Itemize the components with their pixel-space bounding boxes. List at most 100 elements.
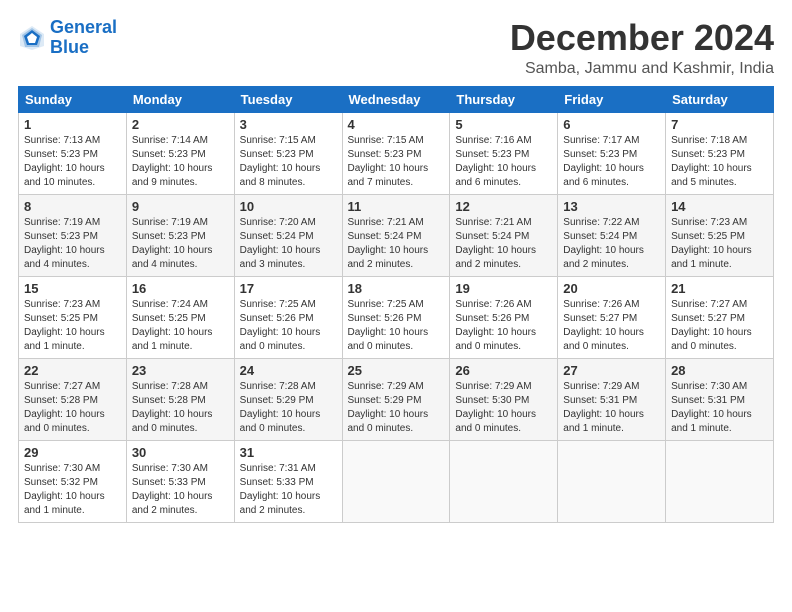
- day-number: 20: [563, 281, 660, 296]
- day-info: Sunrise: 7:30 AM Sunset: 5:33 PM Dayligh…: [132, 462, 229, 518]
- calendar-cell: 1 Sunrise: 7:13 AM Sunset: 5:23 PM Daylig…: [19, 112, 127, 194]
- header-cell-saturday: Saturday: [666, 86, 774, 112]
- day-info: Sunrise: 7:18 AM Sunset: 5:23 PM Dayligh…: [671, 134, 768, 190]
- day-number: 13: [563, 199, 660, 214]
- day-number: 2: [132, 117, 229, 132]
- day-number: 17: [240, 281, 337, 296]
- day-info: Sunrise: 7:30 AM Sunset: 5:31 PM Dayligh…: [671, 380, 768, 436]
- header-cell-wednesday: Wednesday: [342, 86, 450, 112]
- day-number: 1: [24, 117, 121, 132]
- day-info: Sunrise: 7:23 AM Sunset: 5:25 PM Dayligh…: [671, 216, 768, 272]
- calendar-cell: 31 Sunrise: 7:31 AM Sunset: 5:33 PM Dayli…: [234, 440, 342, 522]
- day-info: Sunrise: 7:29 AM Sunset: 5:29 PM Dayligh…: [348, 380, 445, 436]
- day-info: Sunrise: 7:28 AM Sunset: 5:28 PM Dayligh…: [132, 380, 229, 436]
- day-info: Sunrise: 7:24 AM Sunset: 5:25 PM Dayligh…: [132, 298, 229, 354]
- day-info: Sunrise: 7:15 AM Sunset: 5:23 PM Dayligh…: [348, 134, 445, 190]
- day-number: 23: [132, 363, 229, 378]
- day-info: Sunrise: 7:21 AM Sunset: 5:24 PM Dayligh…: [455, 216, 552, 272]
- calendar-cell: 22 Sunrise: 7:27 AM Sunset: 5:28 PM Dayli…: [19, 358, 127, 440]
- header: General Blue December 2024 Samba, Jammu …: [18, 18, 774, 78]
- day-info: Sunrise: 7:27 AM Sunset: 5:28 PM Dayligh…: [24, 380, 121, 436]
- day-info: Sunrise: 7:13 AM Sunset: 5:23 PM Dayligh…: [24, 134, 121, 190]
- calendar-table: SundayMondayTuesdayWednesdayThursdayFrid…: [18, 86, 774, 523]
- day-number: 7: [671, 117, 768, 132]
- calendar-cell: 6 Sunrise: 7:17 AM Sunset: 5:23 PM Daylig…: [558, 112, 666, 194]
- calendar-cell: 5Sunrise: 7:16 AM Sunset: 5:23 PM Daylig…: [450, 112, 558, 194]
- day-info: Sunrise: 7:31 AM Sunset: 5:33 PM Dayligh…: [240, 462, 337, 518]
- day-info: Sunrise: 7:19 AM Sunset: 5:23 PM Dayligh…: [24, 216, 121, 272]
- calendar-cell: 4 Sunrise: 7:15 AM Sunset: 5:23 PM Daylig…: [342, 112, 450, 194]
- day-number: 18: [348, 281, 445, 296]
- day-number: 31: [240, 445, 337, 460]
- calendar-cell: 12 Sunrise: 7:21 AM Sunset: 5:24 PM Dayli…: [450, 194, 558, 276]
- header-cell-thursday: Thursday: [450, 86, 558, 112]
- day-number: 27: [563, 363, 660, 378]
- day-number: 15: [24, 281, 121, 296]
- calendar-cell: 2 Sunrise: 7:14 AM Sunset: 5:23 PM Daylig…: [126, 112, 234, 194]
- calendar-cell: 26Sunrise: 7:29 AM Sunset: 5:30 PM Dayli…: [450, 358, 558, 440]
- calendar-cell: 13 Sunrise: 7:22 AM Sunset: 5:24 PM Dayli…: [558, 194, 666, 276]
- day-info: Sunrise: 7:17 AM Sunset: 5:23 PM Dayligh…: [563, 134, 660, 190]
- calendar-cell: [450, 440, 558, 522]
- logo-icon: [18, 24, 46, 52]
- subtitle: Samba, Jammu and Kashmir, India: [510, 60, 774, 78]
- day-info: Sunrise: 7:15 AM Sunset: 5:23 PM Dayligh…: [240, 134, 337, 190]
- day-number: 12: [455, 199, 552, 214]
- day-number: 25: [348, 363, 445, 378]
- page: General Blue December 2024 Samba, Jammu …: [0, 0, 792, 533]
- day-info: Sunrise: 7:22 AM Sunset: 5:24 PM Dayligh…: [563, 216, 660, 272]
- day-number: 11: [348, 199, 445, 214]
- day-number: 16: [132, 281, 229, 296]
- calendar-cell: 10Sunrise: 7:20 AM Sunset: 5:24 PM Dayli…: [234, 194, 342, 276]
- header-cell-friday: Friday: [558, 86, 666, 112]
- calendar-week-4: 22 Sunrise: 7:27 AM Sunset: 5:28 PM Dayli…: [19, 358, 774, 440]
- day-info: Sunrise: 7:21 AM Sunset: 5:24 PM Dayligh…: [348, 216, 445, 272]
- day-number: 6: [563, 117, 660, 132]
- day-info: Sunrise: 7:25 AM Sunset: 5:26 PM Dayligh…: [240, 298, 337, 354]
- header-cell-tuesday: Tuesday: [234, 86, 342, 112]
- calendar-cell: 9Sunrise: 7:19 AM Sunset: 5:23 PM Daylig…: [126, 194, 234, 276]
- day-number: 3: [240, 117, 337, 132]
- calendar-cell: 23 Sunrise: 7:28 AM Sunset: 5:28 PM Dayli…: [126, 358, 234, 440]
- calendar-cell: 29Sunrise: 7:30 AM Sunset: 5:32 PM Dayli…: [19, 440, 127, 522]
- day-info: Sunrise: 7:19 AM Sunset: 5:23 PM Dayligh…: [132, 216, 229, 272]
- title-block: December 2024 Samba, Jammu and Kashmir, …: [510, 18, 774, 78]
- day-number: 28: [671, 363, 768, 378]
- day-info: Sunrise: 7:23 AM Sunset: 5:25 PM Dayligh…: [24, 298, 121, 354]
- calendar-cell: 3 Sunrise: 7:15 AM Sunset: 5:23 PM Daylig…: [234, 112, 342, 194]
- calendar-week-1: 1 Sunrise: 7:13 AM Sunset: 5:23 PM Daylig…: [19, 112, 774, 194]
- day-number: 22: [24, 363, 121, 378]
- day-number: 14: [671, 199, 768, 214]
- calendar-header: SundayMondayTuesdayWednesdayThursdayFrid…: [19, 86, 774, 112]
- calendar-body: 1 Sunrise: 7:13 AM Sunset: 5:23 PM Daylig…: [19, 112, 774, 522]
- day-number: 8: [24, 199, 121, 214]
- day-info: Sunrise: 7:20 AM Sunset: 5:24 PM Dayligh…: [240, 216, 337, 272]
- day-info: Sunrise: 7:14 AM Sunset: 5:23 PM Dayligh…: [132, 134, 229, 190]
- calendar-cell: 28 Sunrise: 7:30 AM Sunset: 5:31 PM Dayli…: [666, 358, 774, 440]
- calendar-cell: 16 Sunrise: 7:24 AM Sunset: 5:25 PM Dayli…: [126, 276, 234, 358]
- day-info: Sunrise: 7:28 AM Sunset: 5:29 PM Dayligh…: [240, 380, 337, 436]
- day-number: 4: [348, 117, 445, 132]
- calendar-cell: 19 Sunrise: 7:26 AM Sunset: 5:26 PM Dayli…: [450, 276, 558, 358]
- calendar-cell: 15 Sunrise: 7:23 AM Sunset: 5:25 PM Dayli…: [19, 276, 127, 358]
- calendar-cell: 17 Sunrise: 7:25 AM Sunset: 5:26 PM Dayli…: [234, 276, 342, 358]
- calendar-cell: [558, 440, 666, 522]
- day-number: 19: [455, 281, 552, 296]
- calendar-cell: [666, 440, 774, 522]
- calendar-cell: 25 Sunrise: 7:29 AM Sunset: 5:29 PM Dayli…: [342, 358, 450, 440]
- day-number: 21: [671, 281, 768, 296]
- calendar-cell: 24Sunrise: 7:28 AM Sunset: 5:29 PM Dayli…: [234, 358, 342, 440]
- header-cell-monday: Monday: [126, 86, 234, 112]
- calendar-cell: 14 Sunrise: 7:23 AM Sunset: 5:25 PM Dayli…: [666, 194, 774, 276]
- day-info: Sunrise: 7:26 AM Sunset: 5:26 PM Dayligh…: [455, 298, 552, 354]
- day-info: Sunrise: 7:29 AM Sunset: 5:30 PM Dayligh…: [455, 380, 552, 436]
- logo: General Blue: [18, 18, 117, 58]
- day-info: Sunrise: 7:16 AM Sunset: 5:23 PM Dayligh…: [455, 134, 552, 190]
- day-info: Sunrise: 7:25 AM Sunset: 5:26 PM Dayligh…: [348, 298, 445, 354]
- day-number: 30: [132, 445, 229, 460]
- header-row: SundayMondayTuesdayWednesdayThursdayFrid…: [19, 86, 774, 112]
- calendar-week-2: 8 Sunrise: 7:19 AM Sunset: 5:23 PM Daylig…: [19, 194, 774, 276]
- logo-text: General Blue: [50, 18, 117, 58]
- day-info: Sunrise: 7:30 AM Sunset: 5:32 PM Dayligh…: [24, 462, 121, 518]
- calendar-week-3: 15 Sunrise: 7:23 AM Sunset: 5:25 PM Dayli…: [19, 276, 774, 358]
